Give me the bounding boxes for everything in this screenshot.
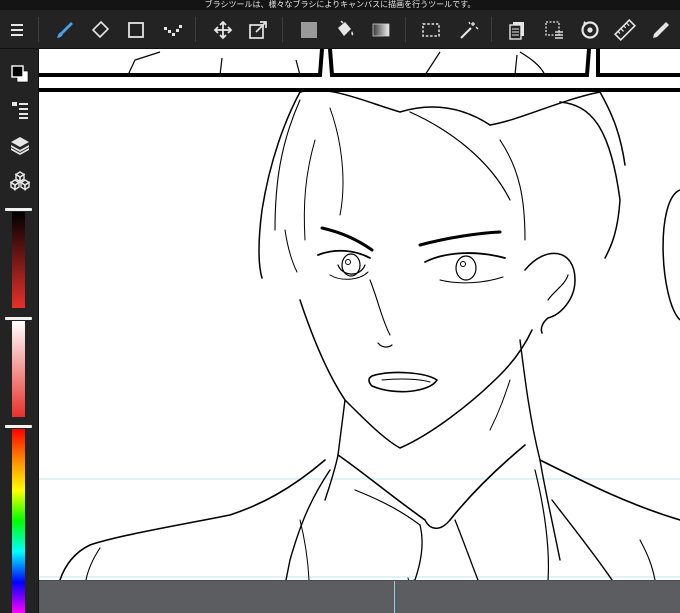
magic-wand-icon xyxy=(460,21,479,39)
transform-icon xyxy=(249,20,267,39)
fill-color-icon xyxy=(301,21,317,38)
move-icon xyxy=(213,20,233,39)
transform-tool-button[interactable] xyxy=(241,10,275,49)
select-layer-button[interactable] xyxy=(537,10,571,49)
tool-hint-text: ブラシツールは、様々なブラシによりキャンバスに描画を行うツールです。 xyxy=(204,0,476,9)
eyedropper-button[interactable] xyxy=(644,10,678,49)
opacity-slider[interactable] xyxy=(12,321,25,417)
brush-icon xyxy=(57,21,73,38)
magic-wand-tool-button[interactable] xyxy=(451,10,485,49)
color-swap-icon xyxy=(10,65,28,83)
brightness-slider[interactable] xyxy=(12,212,25,308)
eyedropper-icon xyxy=(653,21,669,38)
bottom-bar xyxy=(39,580,680,613)
copy-button[interactable] xyxy=(500,10,534,49)
rotate-icon xyxy=(581,20,599,39)
tool-hint-bar: ブラシツールは、様々なブラシによりキャンバスに描画を行うツールです。 xyxy=(0,0,680,10)
layers-icon xyxy=(10,137,29,155)
brush-list-button[interactable] xyxy=(0,93,39,127)
selection-icon xyxy=(422,22,440,37)
materials-icon xyxy=(9,171,30,191)
bucket-icon xyxy=(338,19,354,36)
gradient-tool-button[interactable] xyxy=(364,10,398,49)
line-art-drawing xyxy=(39,49,680,580)
character-line-art xyxy=(59,89,680,580)
menu-button[interactable] xyxy=(0,10,34,49)
comic-panel-borders xyxy=(39,49,680,92)
eraser-icon xyxy=(91,20,110,38)
brush-list-icon xyxy=(11,102,28,119)
bucket-tool-button[interactable] xyxy=(328,10,362,49)
drawing-canvas[interactable] xyxy=(39,49,680,580)
selection-tool-button[interactable] xyxy=(414,10,448,49)
brush-tool-button[interactable] xyxy=(48,10,82,49)
eraser-tool-button[interactable] xyxy=(83,10,117,49)
menu-icon xyxy=(11,23,23,36)
ruler-button[interactable] xyxy=(608,10,642,49)
dot-brush-tool-button[interactable] xyxy=(155,10,189,49)
dot-brush-icon xyxy=(164,24,182,36)
color-swap-button[interactable] xyxy=(0,57,39,91)
move-tool-button[interactable] xyxy=(206,10,240,49)
top-toolbar xyxy=(0,10,680,49)
shape-tool-button[interactable] xyxy=(119,10,153,49)
select-layer-icon xyxy=(545,20,563,39)
scroll-indicator[interactable] xyxy=(394,581,395,613)
materials-button[interactable] xyxy=(0,164,39,198)
gradient-icon xyxy=(372,23,390,36)
layers-button[interactable] xyxy=(0,128,39,162)
rotate-canvas-button[interactable] xyxy=(573,10,607,49)
ruler-icon xyxy=(614,18,636,41)
left-sidebar xyxy=(0,49,39,613)
copy-icon xyxy=(509,21,524,40)
hue-slider[interactable] xyxy=(12,429,25,613)
rectangle-icon xyxy=(128,21,144,38)
fill-color-button[interactable] xyxy=(292,10,326,49)
